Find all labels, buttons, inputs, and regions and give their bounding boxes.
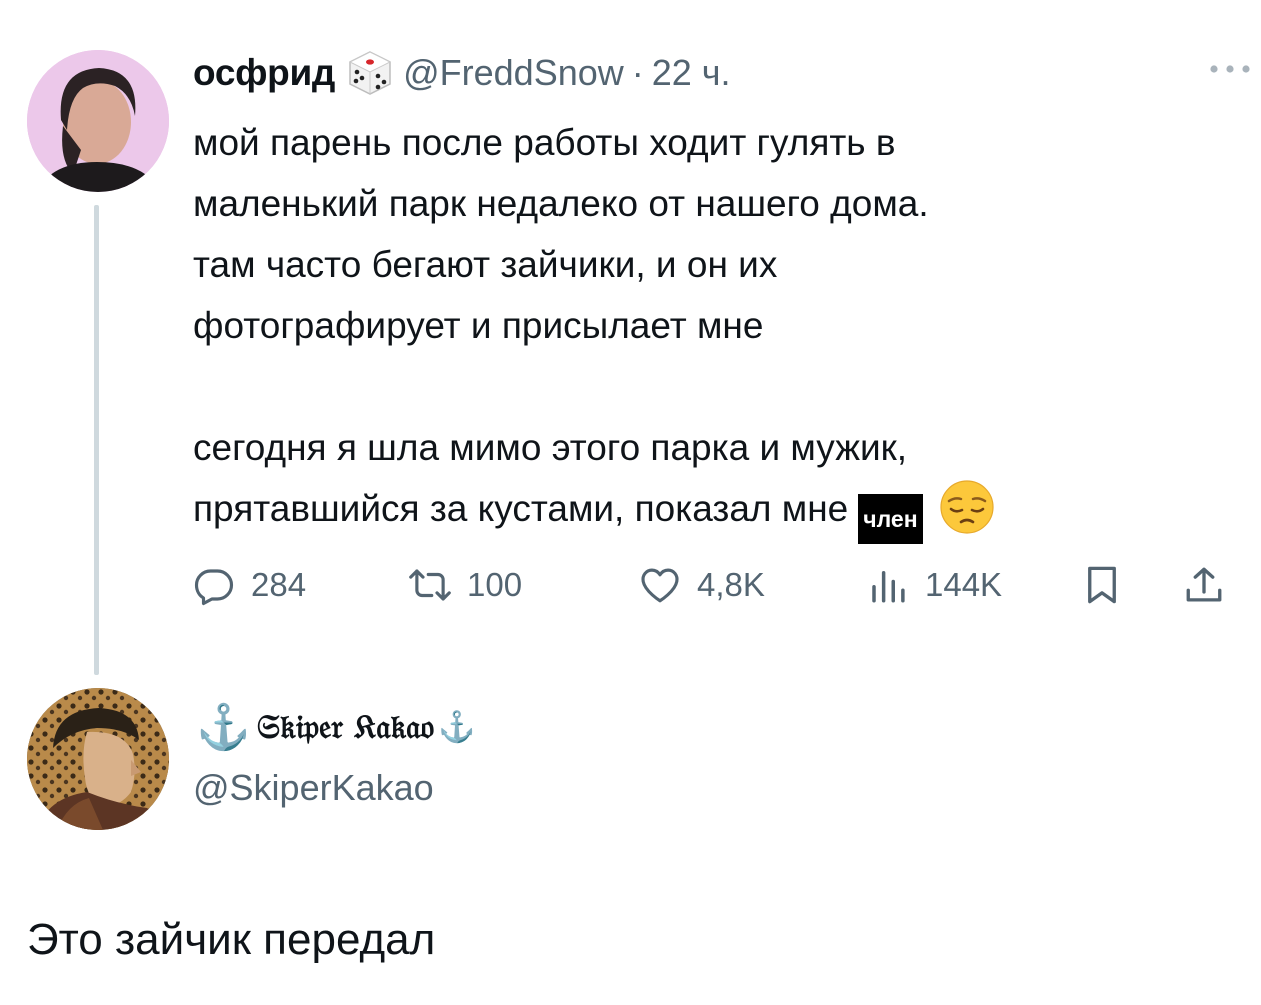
ellipsis-icon[interactable] xyxy=(1208,60,1252,78)
author-handle[interactable]: @FreddSnow xyxy=(403,52,624,94)
tweet-text-line: мой парень после работы ходит гулять в xyxy=(193,122,896,163)
tweet-text-line: там часто бегают зайчики, и он их xyxy=(193,244,778,285)
avatar-portrait xyxy=(27,688,169,830)
heart-icon xyxy=(641,568,679,603)
tweet-text: мой парень после работы ходит гулять в м… xyxy=(193,112,1233,544)
reply-text: Это зайчик передал xyxy=(27,915,436,964)
reply-author-name-text: 𝔖𝔨𝔦𝔭𝔢𝔯 𝔎𝔞𝔨𝔞𝔬 xyxy=(256,707,435,746)
views-button[interactable]: 144K xyxy=(867,560,1002,610)
author-name[interactable]: осфрид xyxy=(193,52,335,94)
tweet-header: осфрид @FreddSnow · 22 ч. xyxy=(193,48,731,98)
tweet-text-line: фотографирует и присылает мне xyxy=(193,305,764,346)
retweet-button[interactable]: 100 xyxy=(409,560,522,610)
reply-button[interactable]: 284 xyxy=(193,560,306,610)
reply-count: 284 xyxy=(251,566,307,603)
retweet-count: 100 xyxy=(467,566,523,603)
avatar-photo xyxy=(27,50,169,192)
tweet-text-line-last: прятавшийся за кустами, показал мне член xyxy=(193,478,1233,544)
bar-chart-icon xyxy=(872,571,905,603)
share-button[interactable] xyxy=(1183,560,1241,610)
view-count: 144K xyxy=(925,566,1003,603)
game-die-icon xyxy=(348,51,392,95)
tweet-text-line: сегодня я шла мимо этого парка и мужик, xyxy=(193,427,908,468)
censored-word-label: член xyxy=(858,494,923,544)
reply-author-avatar[interactable] xyxy=(27,688,169,830)
separator: · xyxy=(631,52,644,93)
anchor-icon: ⚓ xyxy=(438,709,476,745)
reply-author-name[interactable]: ⚓ 𝔖𝔨𝔦𝔭𝔢𝔯 𝔎𝔞𝔨𝔞𝔬 ⚓ xyxy=(196,697,476,757)
tweet-text-line: маленький парк недалеко от нашего дома. xyxy=(193,183,929,224)
tweet-actions: 284 100 4,8K 144K xyxy=(193,560,1253,610)
tweet-text-segment: прятавшийся за кустами, показал мне xyxy=(193,488,849,529)
like-button[interactable]: 4,8K xyxy=(639,560,765,610)
timestamp[interactable]: 22 ч. xyxy=(652,52,731,94)
bookmark-button[interactable] xyxy=(1081,560,1139,610)
like-count: 4,8K xyxy=(697,566,765,603)
reply-author-handle[interactable]: @SkiperKakao xyxy=(193,767,434,809)
thread-line xyxy=(94,205,99,675)
bookmark-icon xyxy=(1088,566,1116,604)
share-icon xyxy=(1186,567,1222,602)
pensive-face-icon xyxy=(940,480,994,534)
author-avatar[interactable] xyxy=(27,50,169,192)
anchor-icon: ⚓ xyxy=(196,702,251,753)
reply-icon xyxy=(194,569,234,606)
retweet-icon xyxy=(409,569,451,601)
